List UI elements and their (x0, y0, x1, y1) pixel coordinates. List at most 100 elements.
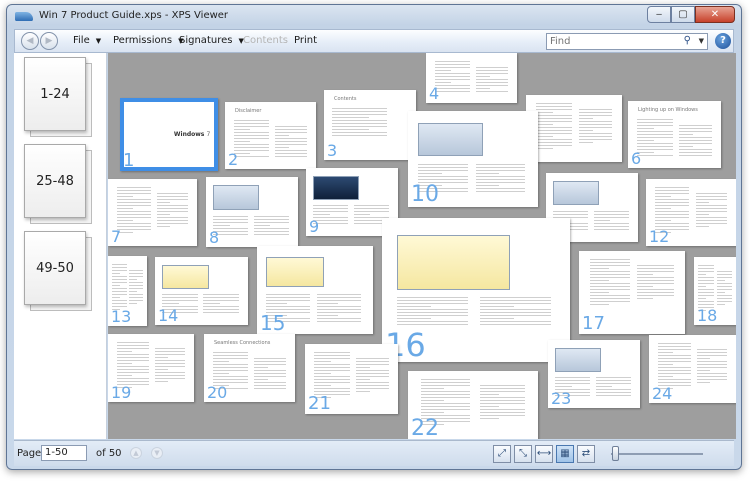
text-line (116, 190, 151, 191)
text-line (479, 397, 525, 398)
text-line (332, 129, 369, 130)
page-number-label: 3 (327, 141, 338, 160)
zoom-slider-thumb[interactable] (612, 446, 619, 461)
page-count: of 50 (96, 448, 122, 459)
previous-page-button[interactable]: ▲ (130, 447, 142, 459)
find-box[interactable]: ⚲ ▼ (546, 33, 708, 50)
text-line (553, 213, 589, 215)
thumbnails-button[interactable]: ▦ (556, 445, 574, 463)
text-line (155, 375, 186, 376)
actual-size-button[interactable]: ⤡ (514, 445, 532, 463)
page-thumbnail-14[interactable]: 14 (155, 257, 248, 325)
text-line (717, 274, 732, 275)
text-line (578, 127, 613, 128)
fit-width-button[interactable]: ⤢ (493, 445, 511, 463)
page-heading: Seamless Connections (214, 340, 271, 346)
text-line (578, 109, 613, 110)
text-line (155, 372, 186, 373)
page-thumbnail-23[interactable]: 23 (548, 340, 640, 408)
text-line (589, 301, 630, 302)
page-thumbnail-17[interactable]: 17 (579, 251, 685, 334)
page-thumbnail-12[interactable]: 12 (646, 179, 736, 246)
text-line (275, 141, 307, 142)
text-line (332, 123, 388, 124)
text-line (234, 132, 269, 133)
maximize-button[interactable]: ▢ (671, 6, 695, 23)
text-line (535, 136, 553, 137)
page-thumbnail-19[interactable]: 19 (108, 334, 194, 402)
page-thumbnail-5[interactable]: 5 (526, 95, 622, 162)
thumbnail-viewer[interactable]: Windows 71Disclaimer2Contents345Lighting… (108, 53, 736, 439)
text-line (116, 378, 150, 379)
forward-button[interactable]: ▶ (40, 32, 58, 50)
page-thumbnail-18[interactable]: 18 (694, 257, 736, 325)
text-line (479, 400, 525, 401)
text-line (479, 306, 514, 308)
menu-print[interactable]: Print (294, 30, 317, 52)
next-page-button[interactable]: ▼ (151, 447, 163, 459)
page-thumbnail-7[interactable]: 7 (108, 179, 197, 246)
page-thumbnail-2[interactable]: Disclaimer 2 (225, 102, 316, 169)
text-line (589, 271, 630, 272)
text-line (314, 379, 350, 380)
page-thumbnail-20[interactable]: Seamless Connections 20 (204, 334, 295, 402)
text-line (595, 383, 631, 385)
two-pages-button[interactable]: ⇄ (577, 445, 595, 463)
screenshot-image (162, 265, 209, 289)
page-number-input[interactable]: 1-50 (41, 445, 87, 461)
text-line (637, 119, 673, 120)
menu-file[interactable]: File ▼ (73, 30, 101, 52)
text-line (479, 318, 514, 320)
text-line (695, 220, 727, 221)
text-line (156, 193, 189, 194)
page-label: Page (17, 448, 42, 459)
page-thumbnail-15[interactable]: 15 (257, 246, 373, 334)
page-thumbnail-4[interactable]: 4 (426, 53, 517, 103)
help-icon[interactable]: ? (715, 33, 731, 49)
text-line (696, 352, 728, 353)
text-line (156, 217, 189, 218)
text-line (356, 376, 389, 377)
text-line (116, 199, 151, 200)
text-line (589, 295, 630, 296)
one-page-button[interactable]: ⟷ (535, 445, 553, 463)
text-line (679, 131, 712, 132)
text-line (275, 150, 307, 151)
page-thumbnail-22[interactable]: 22 (408, 371, 538, 439)
minimize-button[interactable]: ‒ (647, 6, 671, 23)
text-line (129, 273, 144, 274)
text-line (418, 163, 468, 165)
close-button[interactable]: ✕ (695, 6, 735, 23)
page-range-25-48[interactable]: 25-48 (24, 144, 92, 224)
text-line (655, 223, 690, 224)
page-number-label: 15 (260, 311, 286, 334)
text-line (679, 155, 712, 156)
text-line (589, 298, 630, 299)
page-thumbnail-3[interactable]: Contents 3 (324, 90, 416, 160)
page-thumbnail-13[interactable]: 13 (108, 256, 147, 326)
back-button[interactable]: ◀ (21, 32, 39, 50)
text-line (696, 373, 728, 374)
page-range-1-24[interactable]: 1-24 (24, 57, 92, 137)
page-number-label: 9 (309, 217, 320, 236)
text-line (657, 367, 691, 368)
page-thumbnail-8[interactable]: 8 (206, 177, 298, 247)
text-line (254, 385, 286, 386)
page-thumbnail-1[interactable]: Windows 7 1 (120, 98, 218, 171)
menu-signatures[interactable]: Signatures ▼ (179, 30, 244, 52)
zoom-slider-track[interactable] (611, 453, 703, 455)
menu-permissions[interactable]: Permissions ▼ (113, 30, 184, 52)
page-thumbnail-21[interactable]: 21 (305, 344, 398, 414)
page-thumbnail-6[interactable]: Lighting up on Windows 6 (628, 101, 721, 168)
search-icon[interactable]: ⚲ (684, 35, 691, 46)
text-line (717, 289, 732, 290)
find-input[interactable] (547, 34, 673, 49)
search-dropdown-icon[interactable]: ▼ (699, 37, 704, 45)
page-range-49-50[interactable]: 49-50 (24, 231, 92, 311)
page-heading: Disclaimer (235, 108, 262, 114)
text-line (435, 70, 452, 71)
page-thumbnail-24[interactable]: 24 (649, 335, 736, 403)
text-line (535, 121, 573, 122)
page-thumbnail-16[interactable]: 16 (382, 218, 570, 362)
page-thumbnail-10[interactable]: 10 (408, 111, 538, 207)
